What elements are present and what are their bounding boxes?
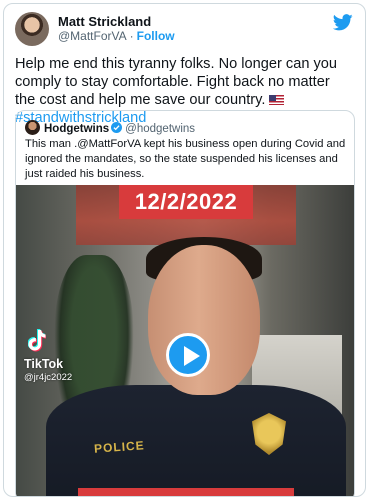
quoted-tweet[interactable]: Hodgetwins @hodgetwins This man .@MattFor… [15, 110, 355, 496]
quoted-author-handle[interactable]: @hodgetwins [125, 123, 195, 135]
quoted-author-name[interactable]: Hodgetwins [44, 123, 109, 135]
verified-badge-icon [111, 122, 123, 133]
author-avatar[interactable] [15, 12, 49, 46]
twitter-bird-icon[interactable] [333, 14, 353, 31]
follow-button[interactable]: Follow [137, 29, 175, 43]
officer-uniform [46, 385, 346, 496]
tweet-card[interactable]: Matt Strickland @MattForVA · Follow Help m… [3, 3, 366, 497]
author-display-name[interactable]: Matt Strickland [58, 14, 175, 29]
video-bottom-overlay [78, 488, 294, 496]
play-button[interactable] [166, 333, 210, 377]
tiktok-icon [28, 329, 46, 352]
quoted-author-avatar[interactable] [25, 120, 40, 135]
tweet-header: Matt Strickland @MattForVA · Follow [15, 12, 355, 48]
quoted-tweet-text: This man .@MattForVA kept his business o… [25, 138, 346, 180]
author-handle-row: @MattForVA · Follow [58, 29, 175, 44]
video-player[interactable]: POLICE 12/2/2022 TikTok @jr4jc2022 [16, 185, 354, 496]
video-date-overlay: 12/2/2022 [119, 185, 253, 219]
us-flag-icon [269, 95, 285, 105]
author-info: Matt Strickland @MattForVA · Follow [58, 14, 175, 44]
officer-face [148, 245, 260, 395]
play-icon [184, 346, 200, 366]
tiktok-username: @jr4jc2022 [24, 372, 73, 383]
tiktok-watermark: TikTok [24, 357, 64, 371]
tweet-text: Help me end this tyranny folks. No longe… [15, 56, 338, 108]
separator-dot: · [129, 29, 134, 43]
quoted-tweet-header: Hodgetwins @hodgetwins [25, 120, 195, 136]
author-handle[interactable]: @MattForVA [58, 29, 127, 43]
